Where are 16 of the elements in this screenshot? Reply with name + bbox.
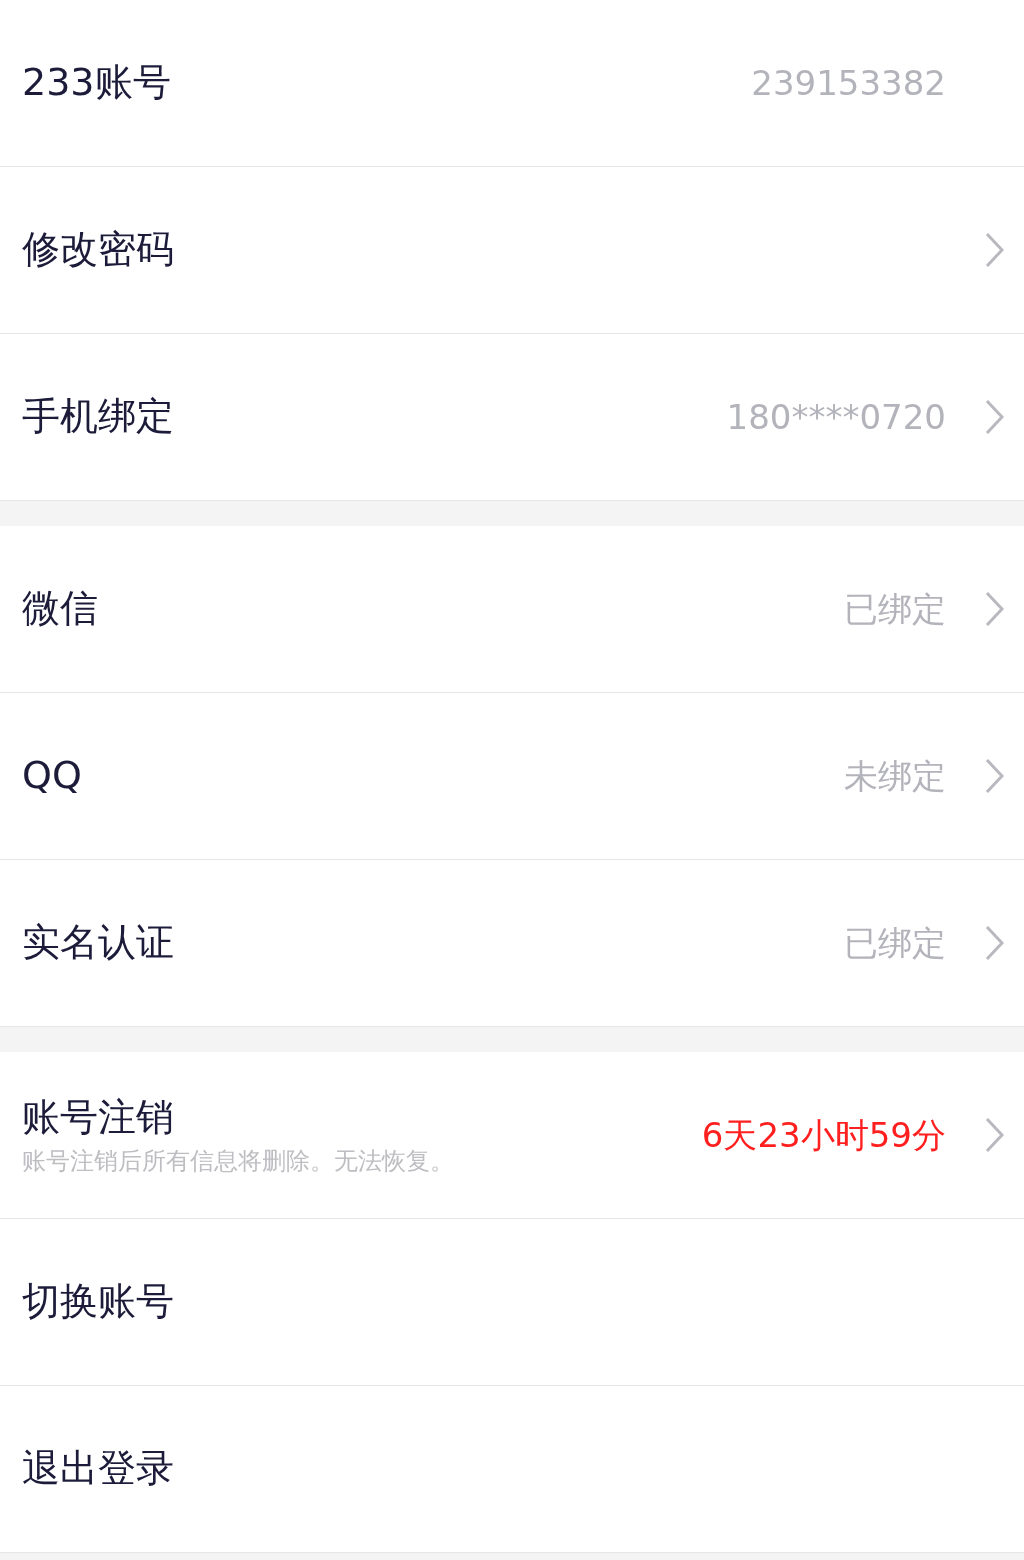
row-value: 已绑定 xyxy=(844,921,946,965)
row-label: 手机绑定 xyxy=(22,393,175,441)
row-label: QQ xyxy=(22,752,83,800)
row-value: 已绑定 xyxy=(844,587,946,631)
row-note: 账号注销后所有信息将删除。无法恢复。 xyxy=(22,1145,455,1176)
row-value: 239153382 xyxy=(751,61,946,105)
row-label: 微信 xyxy=(22,585,99,633)
row-label: 退出登录 xyxy=(22,1445,175,1493)
row-value: 6天23小时59分 xyxy=(701,1113,946,1157)
row-label: 233账号 xyxy=(22,59,172,107)
row-label: 切换账号 xyxy=(22,1278,175,1326)
row-label: 修改密码 xyxy=(22,226,175,274)
row-label: 账号注销 xyxy=(22,1094,175,1142)
row-value: 未绑定 xyxy=(844,754,946,798)
row-value: 180****0720 xyxy=(726,395,946,439)
row-label: 实名认证 xyxy=(22,919,175,967)
